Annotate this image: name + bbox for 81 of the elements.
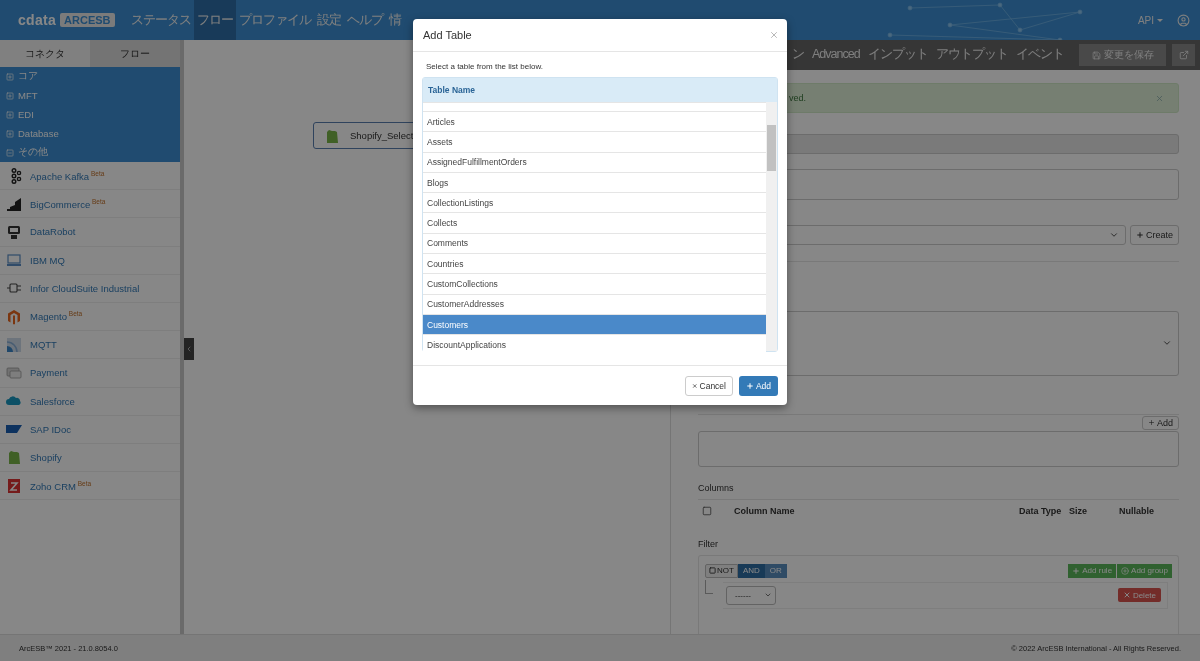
column-header: Column Name xyxy=(734,506,796,516)
external-link-icon xyxy=(1178,50,1189,60)
hexagon-icon xyxy=(6,308,22,325)
connector-item[interactable]: IBM MQ xyxy=(0,246,180,275)
add-button[interactable]: Add xyxy=(1142,415,1179,430)
connector-item[interactable]: Payment xyxy=(0,359,180,388)
plus-icon xyxy=(745,381,754,390)
api-menu[interactable]: API xyxy=(1137,14,1163,26)
stairs-icon xyxy=(6,195,22,212)
nav-item[interactable]: プロファイル xyxy=(236,0,314,40)
column-header: Data Type xyxy=(1019,506,1063,516)
connector-item[interactable]: Salesforce xyxy=(0,387,180,416)
user-icon[interactable] xyxy=(1177,13,1190,27)
save-icon xyxy=(1091,50,1101,60)
nav-item[interactable]: ヘルプ xyxy=(344,0,386,40)
condition-toggle[interactable]: AND xyxy=(737,563,765,578)
sidebar-tab[interactable]: コネクタ xyxy=(0,40,90,67)
plus-icon xyxy=(1148,419,1155,426)
section-title: Filter xyxy=(698,538,719,549)
square-icon xyxy=(6,477,22,494)
chevron-down-icon xyxy=(764,591,772,599)
table-row[interactable]: Customers xyxy=(423,313,766,335)
checkbox[interactable] xyxy=(702,506,712,516)
dialog-title: Add Table xyxy=(423,29,472,41)
monitor-icon xyxy=(6,252,22,269)
bag-icon xyxy=(6,449,22,466)
create-button[interactable]: Create xyxy=(1130,225,1179,245)
robot-icon xyxy=(6,223,22,240)
collapse-button[interactable] xyxy=(184,338,194,360)
connector-item[interactable]: Apache Kafka $^{Beta}$ xyxy=(0,162,180,191)
card-icon xyxy=(6,364,22,381)
open-external-button[interactable] xyxy=(1172,44,1195,66)
chevron-left-icon xyxy=(185,345,193,353)
logo-badge: ARCESB xyxy=(60,13,115,27)
add-button[interactable]: Add xyxy=(739,375,778,396)
connector-item[interactable]: Zoho CRM $^{Beta}$ xyxy=(0,472,180,501)
delete-button[interactable]: Delete xyxy=(1117,588,1161,602)
close-icon[interactable] xyxy=(769,30,779,40)
connector-item[interactable]: MQTT xyxy=(0,331,180,360)
logo: cdata xyxy=(18,12,57,28)
column-header: Nullable xyxy=(1119,506,1155,516)
column-header: Table Name xyxy=(423,78,777,102)
section-title: Columns xyxy=(698,482,735,493)
connector-item[interactable]: Magento $^{Beta}$ xyxy=(0,302,180,332)
rule-select[interactable]: ------ xyxy=(726,585,776,605)
category-item[interactable]: コア xyxy=(0,67,180,86)
add-rule-button[interactable]: Add rule xyxy=(1068,563,1117,578)
bag-icon xyxy=(324,127,340,144)
panel-tab[interactable]: イベント xyxy=(1011,45,1068,65)
connector-item[interactable]: Shopify xyxy=(0,443,180,473)
instruction-text: Select a table from the list below. xyxy=(425,62,544,71)
table-row[interactable]: DiscountApplications xyxy=(423,334,766,355)
close-icon xyxy=(1122,591,1131,599)
category-item[interactable]: EDI xyxy=(0,105,180,124)
signal-icon xyxy=(6,336,22,353)
not-toggle[interactable]: NOT xyxy=(705,563,738,578)
circle-plus-icon xyxy=(1121,566,1130,575)
plus-icon xyxy=(1072,566,1081,575)
connector-item[interactable]: BigCommerce $^{Beta}$ xyxy=(0,190,180,219)
column-header: Size xyxy=(1069,506,1088,516)
nav-item[interactable]: 設定 xyxy=(314,0,344,40)
connector-item[interactable]: SAP IDoc xyxy=(0,415,180,444)
sidebar-tab[interactable]: フロー xyxy=(90,40,180,67)
panel-tab[interactable]: ン xyxy=(788,45,808,65)
chevron-down-icon xyxy=(1109,230,1119,240)
scrollbar[interactable] xyxy=(766,102,777,351)
cancel-button[interactable]: Cancel xyxy=(685,375,733,396)
add-group-button[interactable]: Add group xyxy=(1117,563,1172,578)
nav-item[interactable]: ステータス xyxy=(128,0,194,40)
connector-item[interactable]: Infor CloudSuite Industrial xyxy=(0,274,180,303)
connector-item[interactable]: DataRobot xyxy=(0,218,180,247)
condition-toggle[interactable]: OR xyxy=(764,563,787,578)
category-item[interactable]: MFT xyxy=(0,86,180,105)
nav-item[interactable]: フロー xyxy=(194,0,236,40)
category-item[interactable]: その他 xyxy=(0,143,180,162)
close-icon xyxy=(692,381,698,390)
plus-icon xyxy=(1136,231,1144,239)
category-item[interactable]: Database xyxy=(0,124,180,143)
nav-item[interactable]: 情 xyxy=(386,0,404,40)
panel-tab[interactable]: Advanced xyxy=(808,47,864,63)
close-icon[interactable] xyxy=(1155,93,1164,103)
